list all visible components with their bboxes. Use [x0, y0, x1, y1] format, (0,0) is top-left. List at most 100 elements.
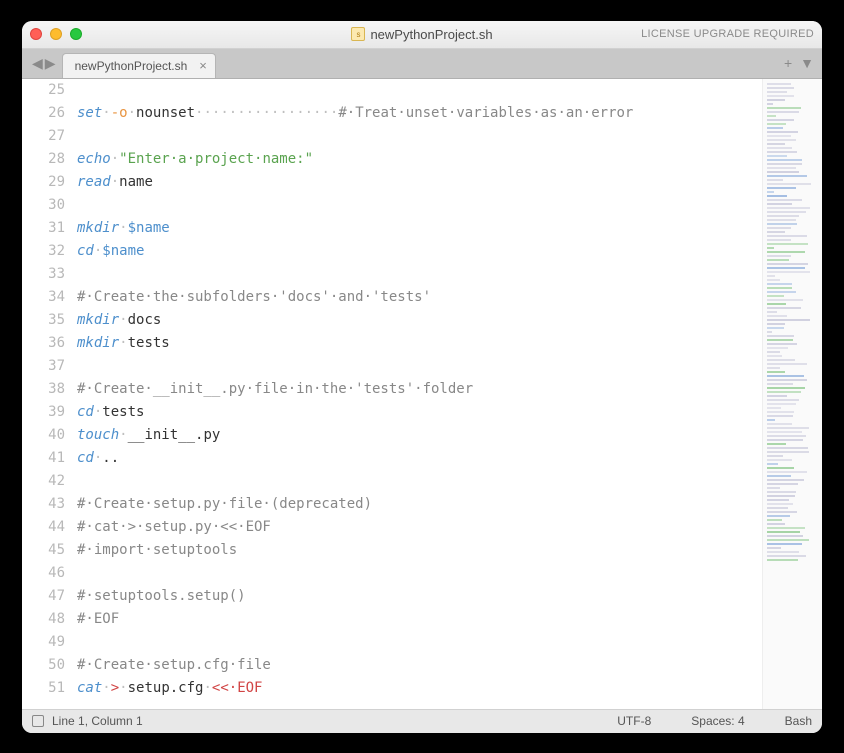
status-syntax[interactable]: Bash — [785, 714, 812, 728]
code-text[interactable]: #·cat·>·setup.py·<<·EOF — [77, 516, 271, 539]
code-text[interactable]: #·Create·the·subfolders·'docs'·and·'test… — [77, 286, 431, 309]
line-number: 32 — [22, 240, 77, 263]
license-notice[interactable]: LICENSE UPGRADE REQUIRED — [641, 28, 814, 40]
code-text[interactable]: cat·>·setup.cfg·<<·EOF — [77, 677, 262, 700]
line-number: 37 — [22, 355, 77, 378]
code-line[interactable]: 31mkdir·$name — [22, 217, 762, 240]
line-number: 27 — [22, 125, 77, 148]
code-line[interactable]: 28echo·"Enter·a·project·name:" — [22, 148, 762, 171]
line-number: 41 — [22, 447, 77, 470]
status-indent[interactable]: Spaces: 4 — [691, 714, 744, 728]
code-line[interactable]: 25 — [22, 79, 762, 102]
code-text[interactable]: #·EOF — [77, 608, 119, 631]
line-number: 48 — [22, 608, 77, 631]
tab-active[interactable]: newPythonProject.sh × — [62, 53, 216, 78]
code-text[interactable]: set·-o·nounset·················#·Treat·u… — [77, 102, 633, 125]
line-number: 33 — [22, 263, 77, 286]
file-type-icon: s — [351, 27, 365, 41]
code-line[interactable]: 43#·Create·setup.py·file·(deprecated) — [22, 493, 762, 516]
editor-window: s newPythonProject.sh LICENSE UPGRADE RE… — [22, 21, 822, 733]
code-line[interactable]: 38#·Create·__init__.py·file·in·the·'test… — [22, 378, 762, 401]
status-position[interactable]: Line 1, Column 1 — [52, 714, 143, 728]
code-text[interactable]: cd·.. — [77, 447, 119, 470]
line-number: 29 — [22, 171, 77, 194]
line-number: 30 — [22, 194, 77, 217]
line-number: 40 — [22, 424, 77, 447]
code-line[interactable]: 34#·Create·the·subfolders·'docs'·and·'te… — [22, 286, 762, 309]
line-number: 49 — [22, 631, 77, 654]
editor-area: 2526set·-o·nounset·················#·Tre… — [22, 79, 822, 709]
line-number: 47 — [22, 585, 77, 608]
line-number: 42 — [22, 470, 77, 493]
code-line[interactable]: 49 — [22, 631, 762, 654]
code-text[interactable]: #·Create·__init__.py·file·in·the·'tests'… — [77, 378, 473, 401]
code-line[interactable]: 48#·EOF — [22, 608, 762, 631]
line-number: 50 — [22, 654, 77, 677]
line-number: 26 — [22, 102, 77, 125]
code-line[interactable]: 50#·Create·setup.cfg·file — [22, 654, 762, 677]
line-number: 36 — [22, 332, 77, 355]
code-line[interactable]: 42 — [22, 470, 762, 493]
line-number: 51 — [22, 677, 77, 700]
line-number: 28 — [22, 148, 77, 171]
tab-menu-icon[interactable]: ▼ — [800, 55, 814, 71]
code-text[interactable]: #·Create·setup.py·file·(deprecated) — [77, 493, 372, 516]
line-number: 25 — [22, 79, 77, 102]
code-line[interactable]: 35mkdir·docs — [22, 309, 762, 332]
minimize-window-button[interactable] — [50, 28, 62, 40]
code-line[interactable]: 29read·name — [22, 171, 762, 194]
code-line[interactable]: 47#·setuptools.setup() — [22, 585, 762, 608]
code-line[interactable]: 32cd·$name — [22, 240, 762, 263]
window-title-text: newPythonProject.sh — [370, 27, 492, 42]
nav-back-icon[interactable]: ◀ — [32, 55, 43, 72]
new-tab-icon[interactable]: + — [784, 55, 792, 71]
code-line[interactable]: 30 — [22, 194, 762, 217]
close-window-button[interactable] — [30, 28, 42, 40]
code-text[interactable]: mkdir·docs — [77, 309, 161, 332]
code-line[interactable]: 46 — [22, 562, 762, 585]
minimap[interactable] — [762, 79, 822, 709]
code-text[interactable]: echo·"Enter·a·project·name:" — [77, 148, 313, 171]
code-line[interactable]: 27 — [22, 125, 762, 148]
line-number: 31 — [22, 217, 77, 240]
code-text[interactable]: cd·$name — [77, 240, 144, 263]
code-text[interactable]: #·Create·setup.cfg·file — [77, 654, 271, 677]
code-text[interactable]: #·import·setuptools — [77, 539, 237, 562]
code-text[interactable]: mkdir·tests — [77, 332, 170, 355]
code-line[interactable]: 44#·cat·>·setup.py·<<·EOF — [22, 516, 762, 539]
code-line[interactable]: 45#·import·setuptools — [22, 539, 762, 562]
line-number: 39 — [22, 401, 77, 424]
statusbar: Line 1, Column 1 UTF-8 Spaces: 4 Bash — [22, 709, 822, 733]
code-text[interactable]: touch·__init__.py — [77, 424, 220, 447]
code-text[interactable]: mkdir·$name — [77, 217, 170, 240]
code-text[interactable]: cd·tests — [77, 401, 144, 424]
tab-label: newPythonProject.sh — [75, 59, 188, 73]
code-line[interactable]: 36mkdir·tests — [22, 332, 762, 355]
nav-forward-icon[interactable]: ▶ — [45, 55, 56, 72]
titlebar: s newPythonProject.sh LICENSE UPGRADE RE… — [22, 21, 822, 49]
zoom-window-button[interactable] — [70, 28, 82, 40]
code-pane[interactable]: 2526set·-o·nounset·················#·Tre… — [22, 79, 762, 709]
line-number: 43 — [22, 493, 77, 516]
code-line[interactable]: 39cd·tests — [22, 401, 762, 424]
line-number: 44 — [22, 516, 77, 539]
code-text[interactable]: #·setuptools.setup() — [77, 585, 246, 608]
console-icon[interactable] — [32, 715, 44, 727]
tabbar-controls: + ▼ — [784, 49, 822, 78]
line-number: 46 — [22, 562, 77, 585]
code-line[interactable]: 51cat·>·setup.cfg·<<·EOF — [22, 677, 762, 700]
line-number: 35 — [22, 309, 77, 332]
code-line[interactable]: 33 — [22, 263, 762, 286]
code-line[interactable]: 37 — [22, 355, 762, 378]
code-line[interactable]: 26set·-o·nounset·················#·Treat… — [22, 102, 762, 125]
status-encoding[interactable]: UTF-8 — [617, 714, 651, 728]
line-number: 45 — [22, 539, 77, 562]
line-number: 34 — [22, 286, 77, 309]
traffic-lights — [30, 28, 82, 40]
code-text[interactable]: read·name — [77, 171, 153, 194]
code-line[interactable]: 41cd·.. — [22, 447, 762, 470]
code-line[interactable]: 40touch·__init__.py — [22, 424, 762, 447]
tab-history-nav: ◀ ▶ — [26, 49, 62, 78]
tab-close-icon[interactable]: × — [199, 58, 207, 73]
line-number: 38 — [22, 378, 77, 401]
